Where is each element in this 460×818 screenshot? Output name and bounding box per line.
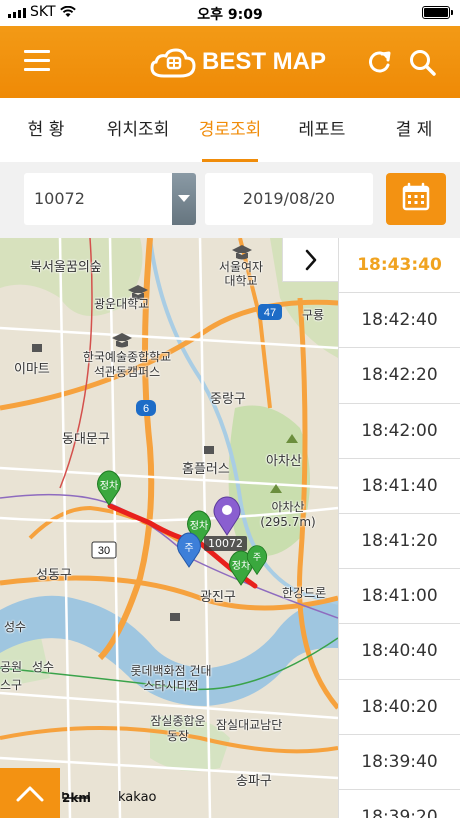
- chevron-right-icon: [305, 249, 317, 271]
- time-list-item[interactable]: 18:41:40: [339, 459, 460, 514]
- calendar-button[interactable]: [386, 173, 446, 225]
- map-scale: 2km: [62, 791, 91, 805]
- map-label: 공원: [0, 660, 23, 674]
- map-label: 아차산 (295.7m): [260, 500, 316, 529]
- map-label: 성동구: [36, 568, 72, 583]
- map-label: 롯데백화점 건대스타시티점: [130, 664, 212, 693]
- logo-icon: [150, 48, 196, 78]
- map-label: 북서울꿈의숲: [30, 260, 102, 275]
- tab-payment[interactable]: 결 제: [368, 98, 460, 162]
- map-label: 스구: [0, 678, 23, 692]
- map-label: 홈플러스: [182, 462, 230, 477]
- map-label: 아차산: [266, 454, 302, 469]
- route-map[interactable]: 47 6 30 북서울꿈의숲 서울여자대학교 광운대학교 한국예술종합학교 석관…: [0, 238, 338, 818]
- refresh-icon[interactable]: [366, 48, 394, 76]
- road-shield-6: 6: [136, 400, 156, 416]
- time-list-item[interactable]: 18:39:40: [339, 735, 460, 790]
- map-label: 성수: [32, 660, 55, 674]
- map-label: 잠실종합운동장: [150, 714, 206, 743]
- app-title: BEST MAP: [202, 48, 327, 75]
- app-logo: BEST MAP: [150, 46, 326, 78]
- svg-text:47: 47: [264, 307, 276, 319]
- map-label: 성수: [4, 620, 27, 634]
- time-list-item[interactable]: 18:39:20: [339, 790, 460, 818]
- date-field[interactable]: 2019/08/20: [205, 173, 373, 225]
- calendar-icon: [402, 182, 430, 211]
- time-list-item[interactable]: 18:40:40: [339, 624, 460, 680]
- filter-bar: 10072 2019/08/20: [0, 162, 460, 238]
- map-label: 송파구: [236, 774, 272, 789]
- time-list[interactable]: 18:43:40 18:42:40 18:42:20 18:42:00 18:4…: [338, 238, 460, 818]
- time-list-item[interactable]: 18:41:20: [339, 514, 460, 570]
- tab-status[interactable]: 현 황: [0, 98, 92, 162]
- mart-icon: [32, 344, 42, 352]
- map-label: 중랑구: [210, 392, 246, 407]
- road-shield-30: 30: [91, 541, 117, 559]
- time-list-item[interactable]: 18:42:20: [339, 348, 460, 404]
- map-label: 광운대학교: [94, 297, 150, 311]
- map-label: 잠실대교남단: [216, 718, 283, 732]
- university-icon: [232, 245, 252, 260]
- time-list-item[interactable]: 18:40:20: [339, 680, 460, 735]
- map-label: 동대문구: [62, 432, 110, 447]
- vehicle-select-value: 10072: [34, 189, 85, 208]
- svg-text:30: 30: [98, 545, 110, 557]
- main-tabs: 현 황 위치조회 경로조회 레포트 결 제: [0, 98, 460, 162]
- search-icon[interactable]: [408, 48, 436, 76]
- hamburger-icon[interactable]: [24, 50, 50, 72]
- status-bar: SKT 오후 9:09: [0, 0, 460, 26]
- chevron-down-icon[interactable]: [172, 173, 196, 225]
- road-shield-47: 47: [258, 304, 282, 320]
- mart-icon: [204, 446, 214, 454]
- vehicle-select[interactable]: 10072: [24, 173, 196, 225]
- mart-icon: [170, 613, 180, 621]
- map-label: 광진구: [200, 590, 236, 605]
- scroll-top-button[interactable]: [0, 768, 60, 818]
- tab-report[interactable]: 레포트: [276, 98, 368, 162]
- time-list-item[interactable]: 18:43:40: [339, 238, 460, 294]
- time-list-item[interactable]: 18:42:40: [339, 293, 460, 349]
- scale-bar-icon: [62, 792, 90, 799]
- battery-icon: [422, 6, 453, 19]
- expand-panel-button[interactable]: [282, 238, 338, 282]
- chevron-up-icon: [16, 786, 44, 802]
- time-list-item[interactable]: 18:41:00: [339, 569, 460, 625]
- tab-location[interactable]: 위치조회: [92, 98, 184, 162]
- map-label: 한국예술종합학교 석관동캠퍼스: [82, 350, 172, 379]
- clock: 오후 9:09: [197, 7, 263, 23]
- map-label: 구룡: [302, 308, 325, 322]
- time-list-item[interactable]: 18:42:00: [339, 404, 460, 459]
- map-provider-logo: kakao: [118, 790, 157, 805]
- app-header: BEST MAP: [0, 26, 460, 98]
- svg-text:6: 6: [143, 403, 149, 415]
- map-label: 서울여자대학교: [218, 260, 264, 288]
- vehicle-label: 10072: [204, 536, 247, 551]
- tab-route[interactable]: 경로조회: [184, 98, 276, 162]
- map-label: 한강드론: [282, 586, 327, 600]
- map-label: 이마트: [14, 362, 50, 377]
